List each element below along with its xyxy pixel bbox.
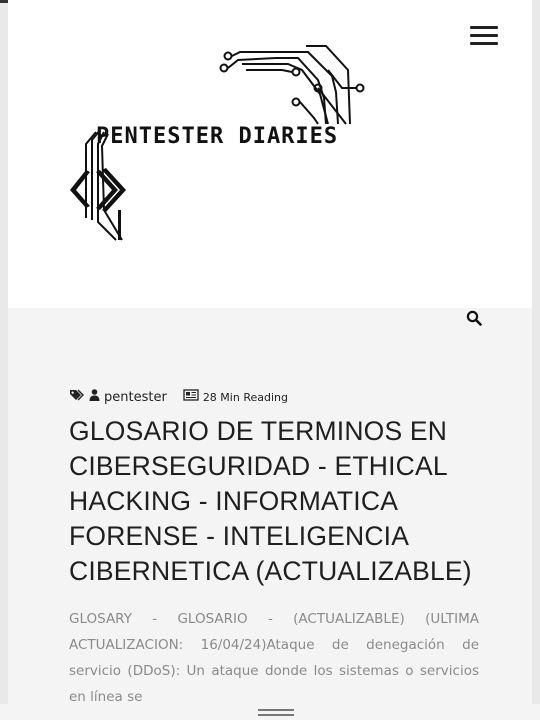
bottom-drag-handle[interactable] bbox=[258, 709, 294, 717]
handle-line bbox=[258, 709, 294, 711]
left-frame bbox=[0, 0, 8, 720]
post-title[interactable]: GLOSARIO DE TERMINOS EN CIBERSEGURIDAD -… bbox=[69, 414, 489, 589]
hamburger-icon-bar bbox=[470, 42, 498, 45]
tag-icon[interactable] bbox=[69, 389, 85, 405]
hamburger-menu-button[interactable] bbox=[470, 26, 498, 48]
hamburger-icon bbox=[470, 26, 498, 29]
search-button[interactable] bbox=[466, 310, 488, 332]
site-logo[interactable]: PENTESTER DIARIES bbox=[56, 40, 486, 250]
circuit-logo-graphic: PENTESTER DIARIES bbox=[70, 45, 365, 241]
post-meta: pentester 28 Min Reading bbox=[69, 388, 288, 406]
bottom-bar bbox=[0, 704, 540, 720]
handle-line bbox=[258, 714, 294, 716]
site-header: PENTESTER DIARIES bbox=[8, 0, 532, 308]
hamburger-icon-bar bbox=[470, 34, 498, 37]
search-icon bbox=[466, 310, 482, 326]
user-icon bbox=[89, 389, 100, 405]
right-frame bbox=[532, 0, 540, 720]
post-excerpt: GLOSARY - GLOSARIO - (ACTUALIZABLE) (ULT… bbox=[69, 611, 479, 705]
newspaper-icon bbox=[183, 389, 199, 405]
reading-time: 28 Min Reading bbox=[202, 390, 288, 404]
post-author[interactable]: pentester bbox=[104, 390, 167, 405]
logo-wordmark: PENTESTER DIARIES bbox=[96, 124, 338, 149]
